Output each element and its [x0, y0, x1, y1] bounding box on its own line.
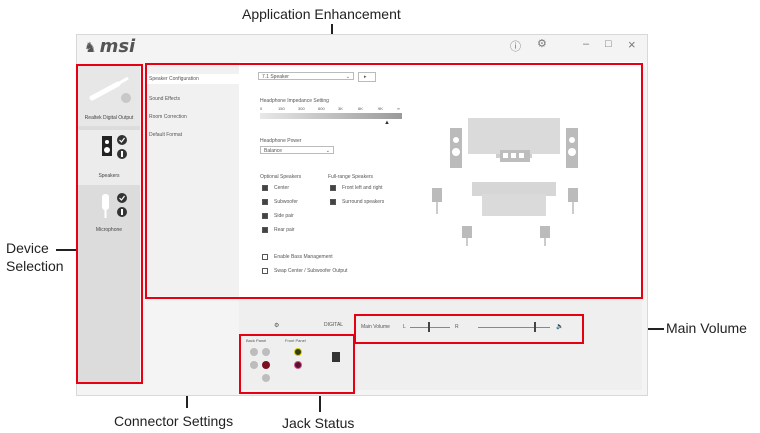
digital-label: DIGITAL	[324, 322, 344, 328]
close-button[interactable]: ×	[628, 37, 636, 52]
callout-main-volume: Main Volume	[666, 320, 747, 336]
highlight-device-selection	[76, 64, 143, 384]
minimize-button[interactable]: –	[583, 38, 589, 50]
gear-icon[interactable]: ⚙	[537, 37, 547, 50]
callout-jack-status: Jack Status	[282, 415, 355, 431]
maximize-button[interactable]: □	[605, 38, 612, 50]
connector-settings-icon[interactable]: ⚙	[274, 322, 279, 329]
highlight-main-volume	[354, 314, 584, 344]
dragon-icon: ♞	[84, 40, 97, 56]
callout-line-device	[56, 249, 76, 251]
highlight-jack-status	[239, 334, 355, 394]
info-icon[interactable]: ⓘ	[510, 38, 521, 54]
callout-device-line2: Selection	[6, 258, 64, 274]
callout-line-jack	[319, 394, 321, 412]
msi-logo: ♞ msi	[84, 36, 136, 57]
callout-application-enhancement: Application Enhancement	[242, 6, 401, 22]
callout-connector-settings: Connector Settings	[114, 413, 234, 429]
highlight-application-enhancement	[145, 63, 643, 299]
callout-device-line1: Device	[6, 240, 49, 256]
